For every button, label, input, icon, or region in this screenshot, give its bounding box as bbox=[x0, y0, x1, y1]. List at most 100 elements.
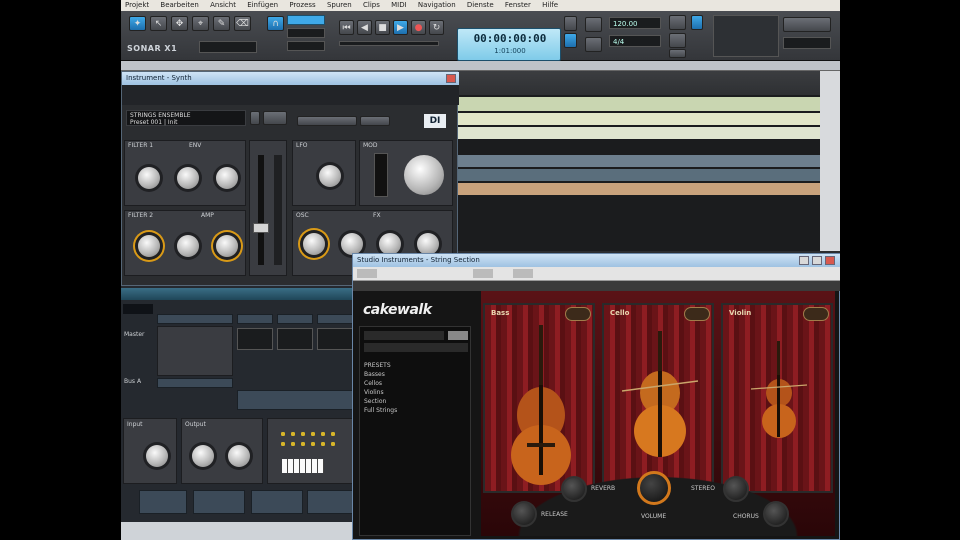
knob-osc-fine[interactable] bbox=[341, 233, 363, 255]
knob-filter2-cutoff[interactable] bbox=[138, 235, 160, 257]
edit-tool-button[interactable]: ⌖ bbox=[192, 16, 209, 31]
menu-item-window[interactable]: Fenster bbox=[505, 1, 531, 9]
plugin-menu-button[interactable] bbox=[357, 269, 377, 278]
knob-osc-pitch[interactable] bbox=[303, 233, 325, 255]
menu-item-edit[interactable]: Bearbeiten bbox=[160, 1, 198, 9]
console-strip-3[interactable] bbox=[251, 490, 303, 514]
marker-display[interactable] bbox=[287, 41, 325, 51]
rewind-button[interactable]: ⏮ bbox=[339, 20, 354, 35]
timeline-ruler[interactable] bbox=[121, 61, 840, 71]
cello-articulation-knob[interactable] bbox=[684, 307, 710, 321]
reverb-knob[interactable] bbox=[561, 476, 587, 502]
maximize-icon[interactable] bbox=[812, 256, 822, 265]
synth-tab-1[interactable] bbox=[297, 116, 357, 126]
menu-item-midi[interactable]: MIDI bbox=[391, 1, 407, 9]
mixer-button[interactable] bbox=[669, 15, 686, 30]
smart-tool-button[interactable]: ✦ bbox=[129, 16, 146, 31]
layout-button[interactable] bbox=[691, 15, 703, 30]
vertical-scrollbar[interactable] bbox=[820, 71, 840, 251]
clip-midi-2[interactable] bbox=[458, 113, 820, 125]
loop-start-button[interactable] bbox=[585, 17, 602, 32]
synth-tab-2[interactable] bbox=[360, 116, 390, 126]
console-tab-1[interactable] bbox=[237, 314, 273, 324]
menu-item-insert[interactable]: Einfügen bbox=[247, 1, 278, 9]
bass-articulation-knob[interactable] bbox=[565, 307, 591, 321]
snapshot-button[interactable] bbox=[669, 33, 686, 48]
console-strip-4[interactable] bbox=[307, 490, 353, 514]
play-button[interactable]: ▶ bbox=[393, 20, 408, 35]
volume-knob[interactable] bbox=[637, 471, 671, 505]
release-knob[interactable] bbox=[511, 501, 537, 527]
back-button[interactable]: ◀ bbox=[357, 20, 372, 35]
knob-resonance[interactable] bbox=[177, 167, 199, 189]
menu-item-tracks[interactable]: Spuren bbox=[327, 1, 352, 9]
violin-articulation-knob[interactable] bbox=[803, 307, 829, 321]
time-display[interactable]: 00:00:00:00 1:01:000 bbox=[457, 28, 561, 61]
knob-filter2-res[interactable] bbox=[177, 235, 199, 257]
mod-slider[interactable] bbox=[374, 153, 388, 197]
menu-item-view[interactable]: Ansicht bbox=[210, 1, 236, 9]
snap-display[interactable] bbox=[199, 41, 257, 53]
screenset-display[interactable] bbox=[783, 37, 831, 49]
menu-item-navigation[interactable]: Navigation bbox=[418, 1, 456, 9]
mini-keyboard[interactable] bbox=[282, 459, 324, 473]
console-select-2[interactable] bbox=[157, 378, 233, 388]
menu-item-project[interactable]: Projekt bbox=[125, 1, 149, 9]
console-knob-pan[interactable] bbox=[192, 445, 214, 467]
menu-item-help[interactable]: Hilfe bbox=[542, 1, 558, 9]
knob-fx-depth[interactable] bbox=[417, 233, 439, 255]
metronome-button[interactable] bbox=[564, 33, 577, 48]
position-slider[interactable] bbox=[339, 41, 439, 46]
console-knob-input[interactable] bbox=[146, 445, 168, 467]
preset-item[interactable]: Violins bbox=[360, 388, 472, 397]
knob-env-amount[interactable] bbox=[216, 167, 238, 189]
clip-audio-1[interactable] bbox=[458, 155, 820, 167]
browser-field-2[interactable] bbox=[364, 343, 468, 352]
console-strip-2[interactable] bbox=[193, 490, 245, 514]
draw-tool-button[interactable]: ✎ bbox=[213, 16, 230, 31]
preset-item[interactable]: Section bbox=[360, 397, 472, 406]
preset-save-button[interactable] bbox=[263, 111, 287, 125]
console-select-1[interactable] bbox=[157, 314, 233, 324]
knob-lfo-rate[interactable] bbox=[319, 165, 341, 187]
stop-button[interactable]: ■ bbox=[375, 20, 390, 35]
minimize-icon[interactable] bbox=[799, 256, 809, 265]
menu-item-clips[interactable]: Clips bbox=[363, 1, 380, 9]
preset-item[interactable]: Cellos bbox=[360, 379, 472, 388]
snap-button[interactable]: ∩ bbox=[267, 16, 284, 31]
erase-tool-button[interactable]: ⌫ bbox=[234, 16, 251, 31]
fader-handle[interactable] bbox=[253, 223, 269, 233]
preset-item[interactable]: Basses bbox=[360, 370, 472, 379]
chorus-knob[interactable] bbox=[763, 501, 789, 527]
preset-item[interactable]: Full Strings bbox=[360, 406, 472, 415]
clip-audio-3[interactable] bbox=[458, 183, 820, 195]
console-strip-1[interactable] bbox=[139, 490, 187, 514]
knob-mod-wheel[interactable] bbox=[404, 155, 444, 195]
console-send-row[interactable] bbox=[237, 390, 353, 410]
select-tool-button[interactable]: ↖ bbox=[150, 16, 167, 31]
record-button[interactable]: ● bbox=[411, 20, 426, 35]
preset-selector[interactable]: STRINGS ENSEMBLE Preset 001 | Init bbox=[126, 110, 246, 126]
loop-button[interactable]: ↻ bbox=[429, 20, 444, 35]
knob-fx-mix[interactable] bbox=[379, 233, 401, 255]
close-icon[interactable] bbox=[825, 256, 835, 265]
console-tab-2[interactable] bbox=[277, 314, 313, 324]
knob-amp[interactable] bbox=[216, 235, 238, 257]
time-format-button[interactable] bbox=[564, 16, 577, 31]
preset-prev-button[interactable] bbox=[250, 111, 260, 125]
screenset-button[interactable] bbox=[783, 17, 831, 32]
automation-button[interactable] bbox=[669, 49, 686, 58]
move-tool-button[interactable]: ✥ bbox=[171, 16, 188, 31]
loop-end-button[interactable] bbox=[585, 37, 602, 52]
menu-item-utilities[interactable]: Dienste bbox=[467, 1, 494, 9]
clip-midi-1[interactable] bbox=[458, 97, 820, 111]
menu-item-process[interactable]: Prozess bbox=[289, 1, 315, 9]
knob-cutoff[interactable] bbox=[138, 167, 160, 189]
browser-button[interactable] bbox=[448, 331, 468, 340]
grid-display[interactable] bbox=[287, 28, 325, 38]
browser-field-1[interactable] bbox=[364, 331, 444, 340]
console-knob-gain[interactable] bbox=[228, 445, 250, 467]
snap-value[interactable] bbox=[287, 15, 325, 25]
plugin-compare-button[interactable] bbox=[513, 269, 533, 278]
meter-display[interactable]: 4/4 bbox=[609, 35, 661, 47]
